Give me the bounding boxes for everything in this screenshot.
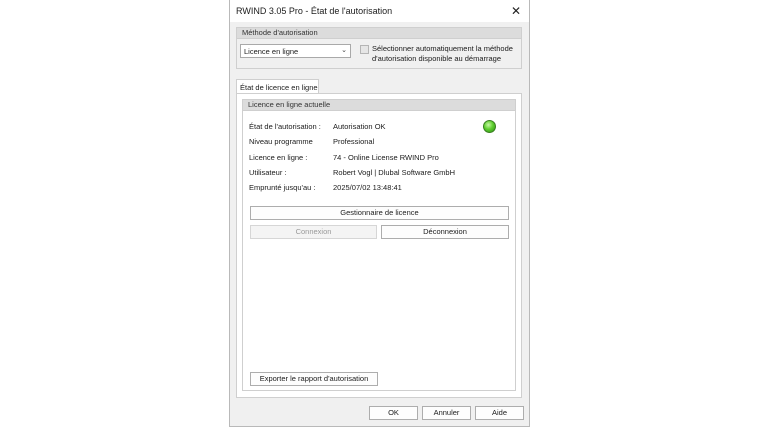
row-key: Niveau programme xyxy=(249,137,313,146)
auto-select-checkbox[interactable] xyxy=(360,45,369,54)
current-license-header: Licence en ligne actuelle xyxy=(243,100,515,111)
row-value: Professional xyxy=(333,137,375,146)
license-manager-button[interactable]: Gestionnaire de licence xyxy=(250,206,509,220)
auth-method-label: Méthode d'autorisation xyxy=(242,28,318,37)
row-value: 2025/07/02 13:48:41 xyxy=(333,183,402,192)
title-bar: RWIND 3.05 Pro - État de l'autorisation … xyxy=(230,0,529,22)
export-report-button[interactable]: Exporter le rapport d'autorisation xyxy=(250,372,378,386)
cancel-button[interactable]: Annuler xyxy=(422,406,471,420)
disconnect-button[interactable]: Déconnexion xyxy=(381,225,509,239)
row-value: Robert Vogl | Dlubal Software GmbH xyxy=(333,168,456,177)
chevron-down-icon: ⌄ xyxy=(341,47,347,54)
auth-method-value: Licence en ligne xyxy=(244,47,299,56)
tab-online-license-status[interactable]: État de licence en ligne xyxy=(236,79,319,94)
current-license-label: Licence en ligne actuelle xyxy=(248,100,331,109)
row-key: Emprunté jusqu'au : xyxy=(249,183,316,192)
row-key: État de l'autorisation : xyxy=(249,122,321,131)
auth-method-header: Méthode d'autorisation xyxy=(237,28,521,39)
close-icon[interactable]: ✕ xyxy=(505,1,527,21)
tab-label: État de licence en ligne xyxy=(240,83,318,92)
status-indicator-icon xyxy=(483,120,496,133)
row-key: Utilisateur : xyxy=(249,168,287,177)
window-title: RWIND 3.05 Pro - État de l'autorisation xyxy=(236,6,393,16)
auto-select-label[interactable]: Sélectionner automatiquement la méthode … xyxy=(372,44,522,64)
authorization-dialog: RWIND 3.05 Pro - État de l'autorisation … xyxy=(229,0,530,427)
row-value: Autorisation OK xyxy=(333,122,386,131)
row-key: Licence en ligne : xyxy=(249,153,308,162)
ok-button[interactable]: OK xyxy=(369,406,418,420)
row-value: 74 - Online License RWIND Pro xyxy=(333,153,439,162)
help-button[interactable]: Aide xyxy=(475,406,524,420)
auth-method-dropdown[interactable]: Licence en ligne ⌄ xyxy=(240,44,351,58)
connect-button[interactable]: Connexion xyxy=(250,225,377,239)
